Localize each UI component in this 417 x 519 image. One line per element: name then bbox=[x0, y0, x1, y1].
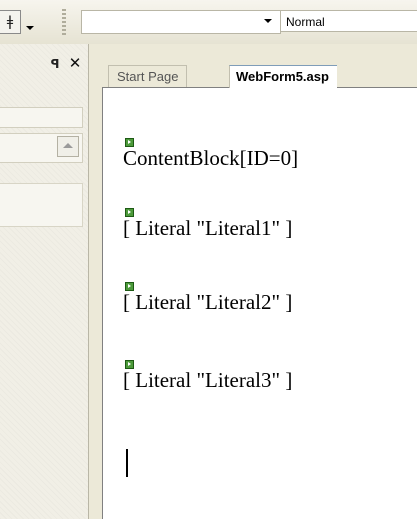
text-caret bbox=[126, 449, 128, 477]
tool-window-row bbox=[0, 183, 83, 227]
close-icon[interactable]: ✕ bbox=[67, 54, 83, 72]
style-combo[interactable]: Normal bbox=[280, 10, 417, 32]
literal-control[interactable]: [ Literal "Literal2" ] bbox=[123, 290, 292, 315]
toolbar-grip[interactable] bbox=[62, 9, 66, 35]
chevron-down-icon[interactable] bbox=[264, 19, 272, 23]
tab-webform5[interactable]: WebForm5.asp bbox=[229, 65, 337, 88]
pin-icon[interactable]: ꟼ bbox=[48, 56, 62, 72]
literal-control[interactable]: [ Literal "Literal3" ] bbox=[123, 368, 292, 393]
design-surface[interactable]: ContentBlock[ID=0] [ Literal "Literal1" … bbox=[102, 87, 417, 519]
format-icon: ǂ bbox=[6, 14, 14, 30]
block-format-combo[interactable] bbox=[81, 10, 281, 34]
literal-control[interactable]: [ Literal "Literal1" ] bbox=[123, 216, 292, 241]
tool-window: ꟼ ✕ bbox=[0, 44, 89, 519]
style-value: Normal bbox=[286, 15, 325, 29]
toolbar-partial-button[interactable]: ǂ bbox=[0, 10, 21, 34]
tool-window-row bbox=[0, 107, 83, 128]
dropdown-arrow-icon[interactable] bbox=[24, 16, 36, 30]
tool-window-header: ꟼ ✕ bbox=[0, 54, 88, 76]
tool-window-row bbox=[0, 133, 83, 163]
tab-start-page[interactable]: Start Page bbox=[108, 65, 188, 87]
scroll-up-button[interactable] bbox=[57, 136, 79, 157]
document-tabs: Start Page WebForm5.asp bbox=[89, 44, 417, 88]
content-block-label: ContentBlock[ID=0] bbox=[123, 146, 299, 170]
formatting-toolbar: ǂ Normal bbox=[0, 0, 417, 45]
